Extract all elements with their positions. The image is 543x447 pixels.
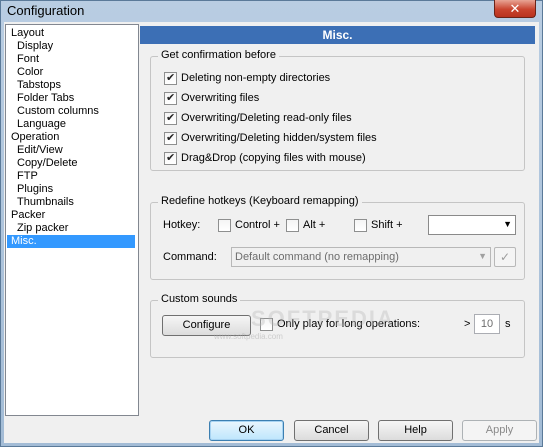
seconds-unit-label: s <box>505 318 511 330</box>
confirmation-checkbox-label: Overwriting/Deleting read-only files <box>181 112 352 124</box>
confirmation-checkbox-box[interactable] <box>164 91 177 105</box>
command-label: Command: <box>163 251 217 263</box>
apply-command-button[interactable]: ✓ <box>494 247 516 267</box>
confirmation-checkbox-box[interactable] <box>164 111 177 125</box>
control-checkbox-label: Control + <box>235 219 280 231</box>
softpedia-watermark-url: www.softpedia.com <box>214 332 283 341</box>
close-button[interactable]: ✕ <box>494 0 536 18</box>
control-checkbox-box[interactable] <box>218 219 231 232</box>
confirmation-checkbox-label: Overwriting/Deleting hidden/system files <box>181 132 377 144</box>
shift-checkbox-label: Shift + <box>371 219 403 231</box>
tree-item[interactable]: Edit/View <box>15 144 65 157</box>
cancel-button[interactable]: Cancel <box>294 420 369 441</box>
tree-item[interactable]: Misc. <box>7 235 135 248</box>
confirmation-checkbox[interactable]: Overwriting/Deleting read-only files <box>164 111 504 126</box>
chevron-down-icon: ▼ <box>478 251 487 261</box>
shift-checkbox-box[interactable] <box>354 219 367 232</box>
confirmation-checkbox-label: Deleting non-empty directories <box>181 72 331 84</box>
confirmation-checkbox-label: Overwriting files <box>181 92 260 104</box>
tree-item[interactable]: Color <box>15 66 45 79</box>
shift-checkbox[interactable]: Shift + <box>354 219 414 233</box>
tree-item[interactable]: Zip packer <box>15 222 70 235</box>
window-title: Configuration <box>7 3 85 18</box>
tree-item[interactable]: Language <box>15 118 68 131</box>
command-dropdown[interactable]: Default command (no remapping) ▼ <box>231 247 491 267</box>
confirmation-group: Get confirmation before Deleting non-emp… <box>150 49 525 171</box>
check-icon: ✓ <box>499 250 511 264</box>
hotkeys-legend: Redefine hotkeys (Keyboard remapping) <box>158 195 362 207</box>
configuration-window: Configuration ✕ Layout Display Font Color Ta… <box>0 0 543 447</box>
hotkey-key-dropdown[interactable]: ▼ <box>428 215 516 235</box>
alt-checkbox-label: Alt + <box>303 219 326 231</box>
tree-item[interactable]: Tabstops <box>15 79 63 92</box>
confirmation-legend: Get confirmation before <box>158 49 279 61</box>
control-checkbox[interactable]: Control + <box>218 219 288 233</box>
custom-sounds-legend: Custom sounds <box>158 293 241 305</box>
alt-checkbox[interactable]: Alt + <box>286 219 336 233</box>
tree-item[interactable]: Custom columns <box>15 105 101 118</box>
confirmation-checkbox-box[interactable] <box>164 151 177 165</box>
title-bar[interactable]: Configuration ✕ <box>1 0 542 21</box>
chevron-down-icon: ▼ <box>503 219 512 229</box>
tree-item[interactable]: Layout <box>9 27 46 40</box>
confirmation-checkbox[interactable]: Deleting non-empty directories <box>164 71 504 86</box>
confirmation-checkbox[interactable]: Drag&Drop (copying files with mouse) <box>164 151 504 166</box>
tree-item[interactable]: Copy/Delete <box>15 157 80 170</box>
confirmation-checkbox[interactable]: Overwriting files <box>164 91 504 106</box>
help-button[interactable]: Help <box>378 420 453 441</box>
tree-item[interactable]: Display <box>15 40 55 53</box>
panel-title: Misc. <box>140 26 535 44</box>
tree-item[interactable]: Thumbnails <box>15 196 76 209</box>
tree-item[interactable]: Operation <box>9 131 61 144</box>
ok-button[interactable]: OK <box>209 420 284 441</box>
command-value: Default command (no remapping) <box>235 251 399 263</box>
confirmation-checkbox[interactable]: Overwriting/Deleting hidden/system files <box>164 131 504 146</box>
tree-item[interactable]: Font <box>15 53 41 66</box>
tree-item[interactable]: Folder Tabs <box>15 92 76 105</box>
alt-checkbox-box[interactable] <box>286 219 299 232</box>
dialog-client-area: Layout Display Font Color Tabstops Folder Tab… <box>4 22 539 443</box>
confirmation-checkbox-box[interactable] <box>164 131 177 145</box>
greater-than-label: > <box>464 318 471 330</box>
confirmation-checkbox-box[interactable] <box>164 71 177 85</box>
settings-tree[interactable]: Layout Display Font Color Tabstops Folder Tab… <box>5 24 139 416</box>
tree-item[interactable]: Packer <box>9 209 47 222</box>
hotkeys-group: Redefine hotkeys (Keyboard remapping) Ho… <box>150 195 525 280</box>
hotkey-label: Hotkey: <box>163 219 201 231</box>
tree-item[interactable]: Plugins <box>15 183 55 196</box>
softpedia-watermark: SOFTPEDIA <box>251 306 395 331</box>
tree-item[interactable]: FTP <box>15 170 40 183</box>
confirmation-checkbox-label: Drag&Drop (copying files with mouse) <box>181 152 366 164</box>
apply-button[interactable]: Apply <box>462 420 537 441</box>
seconds-input[interactable]: 10 <box>474 314 500 334</box>
